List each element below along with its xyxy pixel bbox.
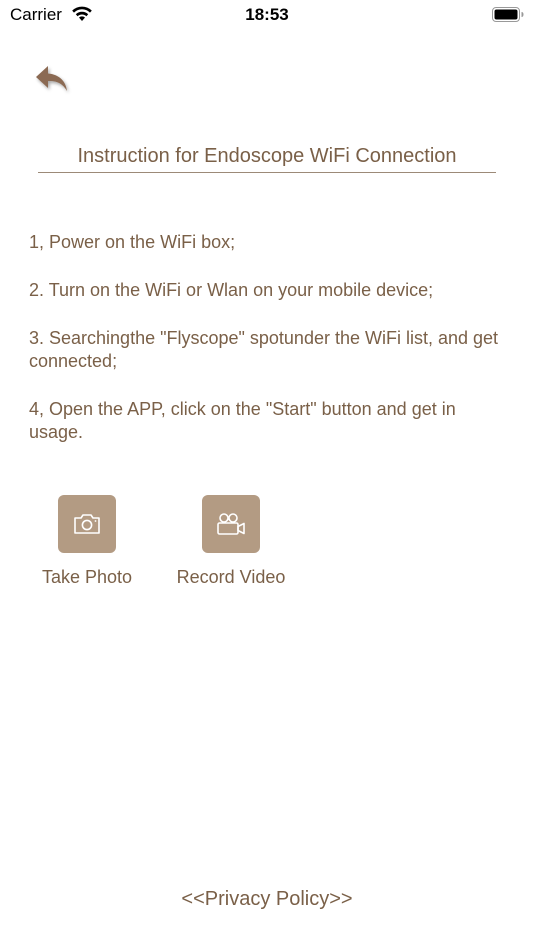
take-photo-button[interactable]: Take Photo: [37, 495, 137, 588]
instruction-step-4: 4, Open the APP, click on the "Start" bu…: [29, 399, 456, 442]
camera-icon: [74, 514, 100, 534]
back-button[interactable]: [33, 62, 73, 98]
take-photo-tile[interactable]: [58, 495, 116, 553]
instructions-list: 1, Power on the WiFi box; 2. Turn on the…: [29, 231, 509, 469]
record-video-label: Record Video: [176, 567, 286, 587]
video-camera-icon: [217, 513, 245, 535]
title-divider: [38, 172, 496, 173]
back-arrow-icon: [36, 66, 67, 91]
record-video-button[interactable]: Record Video: [170, 495, 292, 588]
instruction-step-2: 2. Turn on the WiFi or Wlan on your mobi…: [29, 280, 434, 300]
instruction-step-3: 3. Searchingthe "Flyscope" spotunder the…: [29, 328, 499, 371]
record-video-tile[interactable]: [202, 495, 260, 553]
battery-icon: [492, 7, 524, 22]
instruction-step-1: 1, Power on the WiFi box;: [29, 232, 236, 252]
status-time: 18:53: [245, 5, 289, 24]
privacy-policy-link[interactable]: <<Privacy Policy>>: [0, 888, 534, 911]
take-photo-label: Take Photo: [41, 567, 133, 587]
page-title: Instruction for Endoscope WiFi Connectio…: [77, 145, 457, 167]
status-bar: Carrier 18:53: [0, 0, 534, 30]
